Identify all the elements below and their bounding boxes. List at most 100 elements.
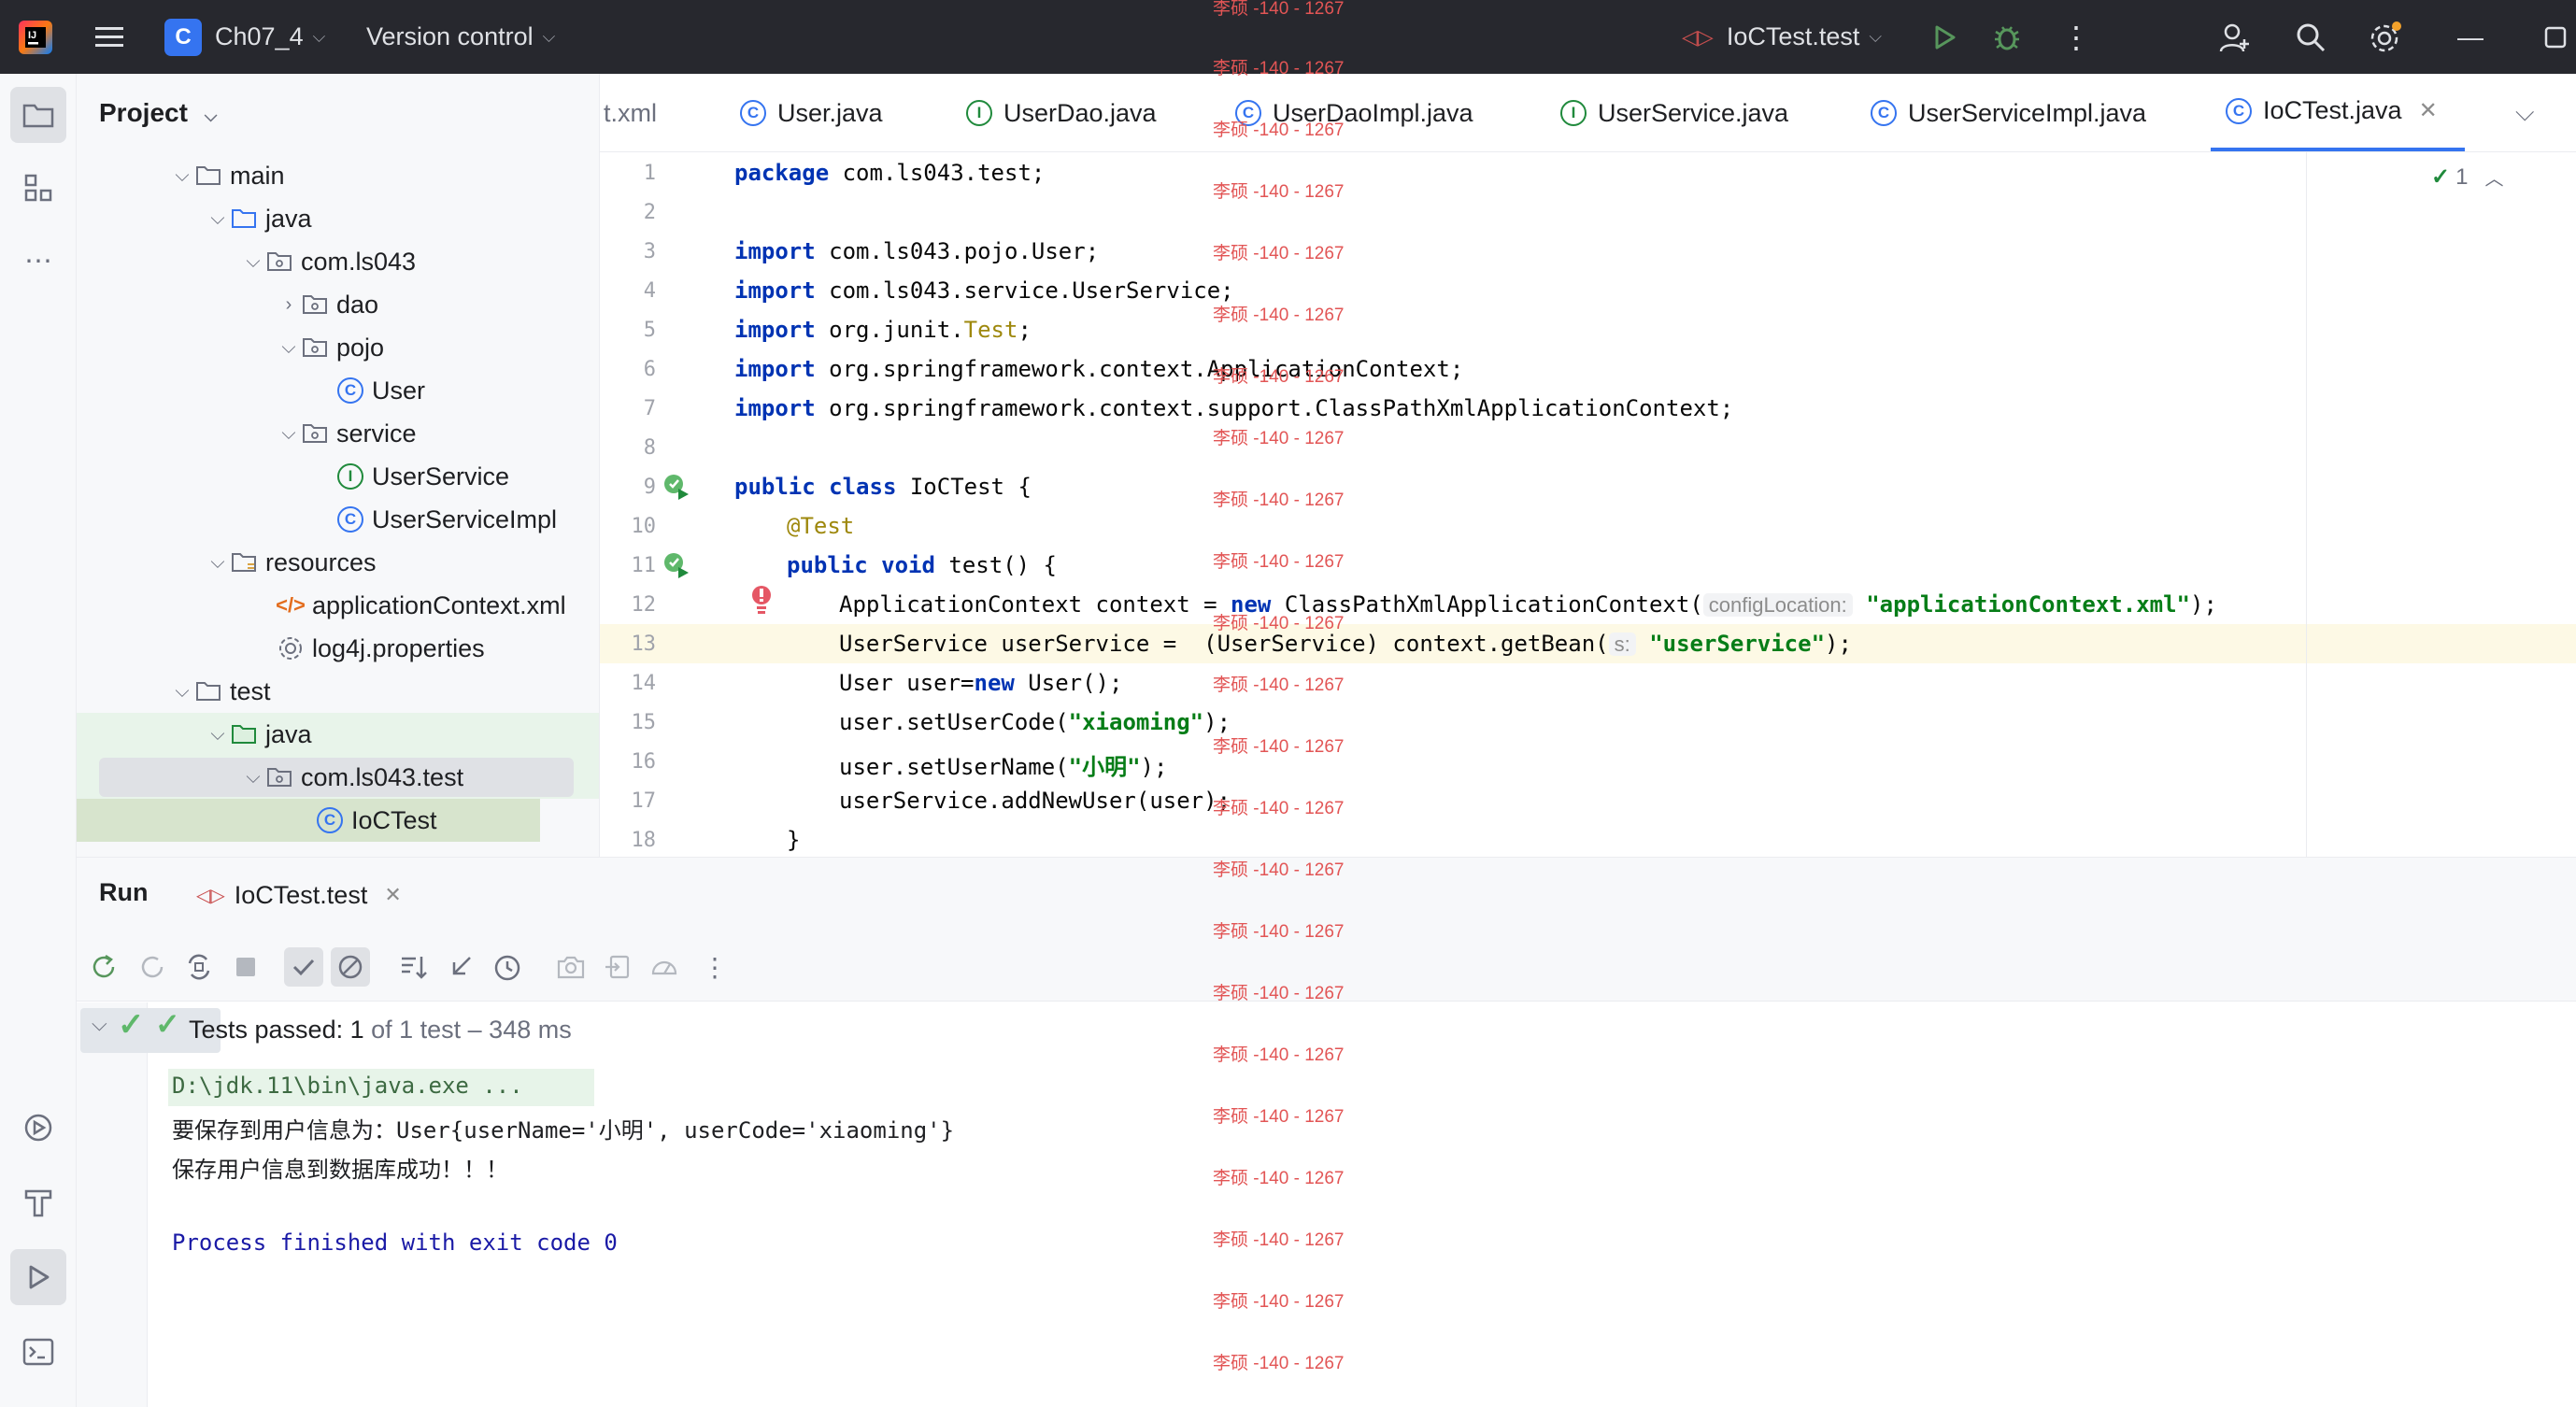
line-number: 10 xyxy=(631,515,657,538)
tree-item-java[interactable]: ⌵ java xyxy=(77,197,599,240)
inspection-widget[interactable]: ✓ 1 ︿ xyxy=(2431,163,2503,191)
build-tool-icon[interactable] xyxy=(10,1174,66,1230)
run-tab-ioctest[interactable]: ◁▷ IoCTest.test ✕ xyxy=(196,858,402,932)
more-actions-icon[interactable]: ⋮ xyxy=(695,947,734,987)
tree-item-com-ls043-test[interactable]: ⌵ com.ls043.test xyxy=(77,756,599,799)
more-tools-icon[interactable]: ⋯ xyxy=(10,233,66,289)
close-tab-icon[interactable]: ✕ xyxy=(2419,97,2438,124)
code-line-6: import org.springframework.context.Appli… xyxy=(734,356,1464,382)
tab-userservice-java[interactable]: I UserService.java xyxy=(1560,74,1788,151)
tree-item-label: User xyxy=(372,376,426,405)
line-number: 6 xyxy=(643,358,656,381)
run-button[interactable] xyxy=(1930,0,1958,74)
tab-user-java[interactable]: C User.java xyxy=(740,74,883,151)
class-icon: C xyxy=(2226,97,2252,124)
tab-label: IoCTest.java xyxy=(2263,96,2402,124)
passed-check-icon: ✓ xyxy=(155,1007,180,1041)
show-passed-icon[interactable] xyxy=(284,947,323,987)
editor-tabs: t.xml C User.java I UserDao.java C UserD… xyxy=(600,74,2576,152)
minimize-icon[interactable]: — xyxy=(2457,0,2483,74)
run-test-method-gutter-icon[interactable] xyxy=(662,550,691,585)
tree-item-userserviceimpl[interactable]: C UserServiceImpl xyxy=(77,498,599,541)
tab-userdao-java[interactable]: I UserDao.java xyxy=(966,74,1157,151)
tree-item-pojo[interactable]: ⌵ pojo xyxy=(77,326,599,369)
tabs-overflow-chevron-icon[interactable]: ⌵ xyxy=(2515,74,2534,151)
chevron-down-icon: ⌵ xyxy=(210,207,225,229)
tree-item-userservice[interactable]: I UserService xyxy=(77,455,599,498)
line-number: 16 xyxy=(631,750,657,774)
search-icon[interactable] xyxy=(2295,0,2327,74)
line-number: 11 xyxy=(631,554,657,577)
tree-item-main[interactable]: ⌵ main xyxy=(77,154,599,197)
project-panel-header[interactable]: Project ⌵ xyxy=(99,98,217,128)
tree-item-com-ls043[interactable]: ⌵ com.ls043 xyxy=(77,240,599,283)
structure-tool-icon[interactable] xyxy=(10,160,66,216)
tab-userserviceimpl-java[interactable]: C UserServiceImpl.java xyxy=(1871,74,2146,151)
watermark-text: 李硕 -140 - 1267 xyxy=(1213,799,1345,818)
stop-icon[interactable] xyxy=(226,947,265,987)
code-line-7: import org.springframework.context.suppo… xyxy=(734,395,1734,421)
chevron-down-icon[interactable]: ⌵ xyxy=(92,1012,107,1036)
run-tool-icon[interactable] xyxy=(10,1249,66,1305)
account-icon[interactable] xyxy=(2218,0,2252,74)
screenshot-icon[interactable] xyxy=(551,947,591,987)
right-margin-guide xyxy=(2306,152,2307,857)
coverage-icon[interactable] xyxy=(645,947,684,987)
watermark-text: 李硕 -140 - 1267 xyxy=(1213,1292,1345,1312)
line-number: 15 xyxy=(631,711,657,734)
maximize-icon[interactable] xyxy=(2543,0,2568,74)
project-tool-icon[interactable] xyxy=(10,87,66,143)
test-result-summary: Tests passed: 1 of 1 test – 348 ms xyxy=(189,1016,572,1045)
tree-item-ioctest[interactable]: C IoCTest xyxy=(77,799,599,842)
settings-gear-icon[interactable] xyxy=(2368,0,2403,74)
run-test-class-gutter-icon[interactable] xyxy=(662,472,691,506)
tree-item-test-java[interactable]: ⌵ java xyxy=(77,713,599,756)
tree-item-service[interactable]: ⌵ service xyxy=(77,412,599,455)
code-editor[interactable]: 1 2 3 4 5 6 7 8 9 10 11 12 13 14 15 16 1… xyxy=(600,152,2576,857)
package-icon xyxy=(301,334,329,362)
tree-item-label: test xyxy=(230,676,271,705)
tree-item-label: applicationContext.xml xyxy=(312,590,566,619)
toggle-auto-test-icon[interactable] xyxy=(179,947,219,987)
sort-icon[interactable] xyxy=(394,947,434,987)
tool-window-strip: ⋯ xyxy=(0,74,77,1407)
services-tool-icon[interactable] xyxy=(10,1100,66,1156)
more-actions-icon[interactable]: ⋮ xyxy=(2061,0,2091,74)
chevron-down-icon: ⌵ xyxy=(542,27,556,46)
run-config-selector[interactable]: ◁▷ IoCTest.test ⌵ xyxy=(1682,0,1882,74)
code-line-11: public void test() { xyxy=(787,552,1057,578)
properties-file-icon xyxy=(277,634,305,662)
tree-item-dao[interactable]: › dao xyxy=(77,283,599,326)
collapse-icon[interactable] xyxy=(441,947,480,987)
project-panel-title: Project xyxy=(99,98,188,127)
tree-item-label: UserServiceImpl xyxy=(372,505,558,533)
tab-ioctest-java[interactable]: C IoCTest.java ✕ xyxy=(2211,74,2465,151)
tree-item-resources[interactable]: ⌵ resources xyxy=(77,541,599,584)
chevron-down-icon: ⌵ xyxy=(246,766,261,788)
app-logo-icon[interactable]: IJ xyxy=(17,0,54,74)
import-tests-icon[interactable] xyxy=(598,947,637,987)
tree-item-user[interactable]: C User xyxy=(77,369,599,412)
test-history-icon[interactable] xyxy=(488,947,527,987)
chevron-down-icon: ⌵ xyxy=(281,422,296,444)
project-switcher[interactable]: C Ch07_4 ⌵ xyxy=(164,0,325,74)
rerun-failed-icon[interactable] xyxy=(133,947,172,987)
chevron-down-icon: ⌵ xyxy=(281,336,296,358)
code-line-17: userService.addNewUser(user); xyxy=(839,788,1231,814)
tree-item-log4j-properties[interactable]: log4j.properties xyxy=(77,627,599,670)
line-number: 3 xyxy=(643,240,656,263)
show-ignored-icon[interactable] xyxy=(331,947,370,987)
debug-button[interactable] xyxy=(1992,0,2022,74)
rerun-icon[interactable] xyxy=(84,947,123,987)
tab-application-context-xml[interactable]: t.xml xyxy=(604,74,657,151)
main-menu-icon[interactable] xyxy=(93,0,125,74)
watermark-text: 李硕 -140 - 1267 xyxy=(1213,614,1345,633)
tab-label: UserDao.java xyxy=(1003,98,1157,127)
tree-item-applicationcontext-xml[interactable]: </> applicationContext.xml xyxy=(77,584,599,627)
vcs-widget[interactable]: Version control ⌵ xyxy=(366,0,555,74)
watermark-text: 李硕 -140 - 1267 xyxy=(1213,922,1345,942)
terminal-tool-icon[interactable] xyxy=(10,1324,66,1380)
close-tab-icon[interactable]: ✕ xyxy=(384,883,401,907)
tree-item-test[interactable]: ⌵ test xyxy=(77,670,599,713)
warning-bulb-icon[interactable] xyxy=(749,584,774,620)
